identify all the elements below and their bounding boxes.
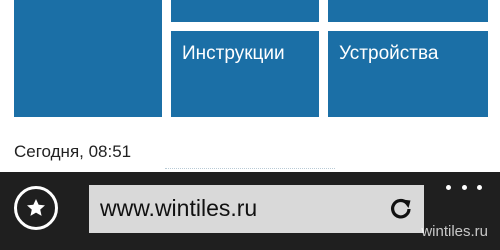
more-options-button[interactable]	[446, 180, 482, 194]
more-dots-icon	[461, 184, 467, 190]
refresh-button[interactable]	[388, 196, 414, 222]
tile-devices-label: Устройства	[339, 43, 439, 64]
url-text[interactable]: www.wintiles.ru	[100, 195, 257, 222]
tile-devices[interactable]: Устройства	[328, 31, 488, 117]
browser-app-bar: www.wintiles.ru wintiles.ru	[0, 172, 500, 250]
star-icon	[27, 199, 45, 216]
address-bar[interactable]: www.wintiles.ru	[89, 185, 424, 233]
feed-timestamp: Сегодня, 08:51	[14, 142, 132, 161]
more-dots-icon	[446, 184, 451, 190]
favorites-button[interactable]	[14, 186, 58, 230]
tile-instructions[interactable]: Инструкции	[171, 31, 319, 117]
tile-large[interactable]	[14, 0, 162, 117]
feed-divider	[165, 168, 335, 170]
watermark: wintiles.ru	[421, 223, 488, 240]
more-dots-icon	[477, 184, 482, 190]
refresh-icon	[391, 198, 411, 219]
tile-top-right[interactable]	[328, 0, 488, 22]
tile-top-middle[interactable]	[171, 0, 319, 22]
tile-instructions-label: Инструкции	[182, 43, 285, 64]
